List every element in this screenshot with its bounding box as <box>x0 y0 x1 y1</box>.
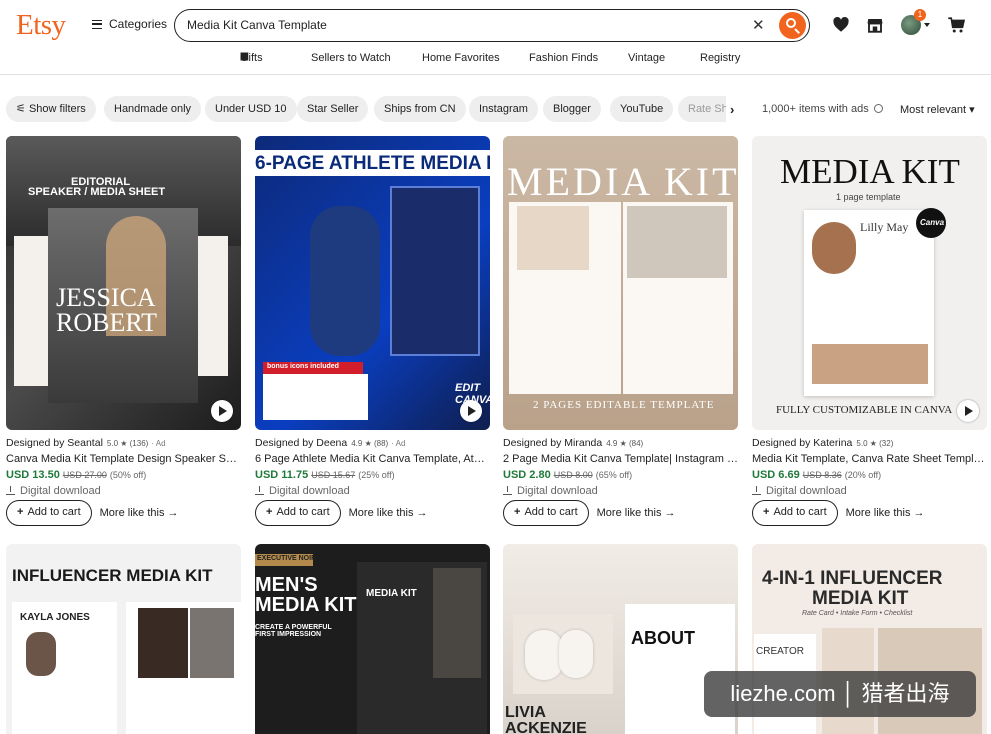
nav-link-home-favorites[interactable]: Home Favorites <box>422 52 500 64</box>
download-icon <box>503 486 512 495</box>
ad-label: · Ad <box>391 439 406 448</box>
search-bar[interactable]: Media Kit Canva Template ✕ <box>174 9 810 42</box>
digital-download-label: Digital download <box>503 485 738 497</box>
etsy-logo[interactable]: Etsy <box>16 9 66 42</box>
chevron-down-icon[interactable] <box>924 23 930 27</box>
listing-title[interactable]: Canva Media Kit Template Design Speaker … <box>6 453 241 465</box>
filter-pill[interactable]: Handmade only <box>104 96 202 122</box>
categories-menu[interactable]: Categories <box>92 17 167 31</box>
nav-links: ⯀ Gifts Sellers to Watch Home Favorites … <box>240 52 741 64</box>
rating: 4.9 ★ (84) <box>606 439 644 448</box>
listing-image[interactable]: INFLUENCER MEDIA KIT KAYLA JONES <box>6 544 241 734</box>
add-to-cart-button[interactable]: + Add to cart <box>752 500 838 526</box>
add-to-cart-button[interactable]: + Add to cart <box>255 500 341 526</box>
digital-download-label: Digital download <box>752 485 987 497</box>
listing-card[interactable]: INFLUENCER MEDIA KIT KAYLA JONES <box>6 544 241 734</box>
show-filters-button[interactable]: ⚟ Show filters <box>6 96 96 122</box>
more-like-this-link[interactable]: More like this → <box>100 507 179 519</box>
notification-badge: 1 <box>914 9 926 21</box>
listing-card[interactable]: MEDIA KIT 2 PAGES EDITABLE TEMPLATE Desi… <box>503 136 738 526</box>
more-like-this-link[interactable]: More like this → <box>846 507 925 519</box>
listing-image[interactable]: MEDIA KIT 1 page template Lilly May Canv… <box>752 136 987 430</box>
listing-card[interactable]: EXECUTIVE NOIR MEN'S MEDIA KIT CREATE A … <box>255 544 490 734</box>
search-button[interactable] <box>779 12 806 39</box>
cart-icon[interactable] <box>947 16 966 34</box>
listing-card[interactable]: MEDIA KIT 1 page template Lilly May Canv… <box>752 136 987 526</box>
seller-line: Designed by Katerina 5.0 ★ (32) <box>752 437 894 449</box>
price: USD 6.69 USD 8.36 (20% off) <box>752 469 882 481</box>
nav-link-vintage[interactable]: Vintage <box>628 52 665 64</box>
seller-line: Designed by Deena 4.9 ★ (88) · Ad <box>255 437 406 449</box>
download-icon <box>6 486 15 495</box>
shop-manager-icon[interactable] <box>866 16 884 34</box>
play-video-icon[interactable] <box>211 400 233 422</box>
filter-pill[interactable]: YouTube <box>610 96 674 122</box>
listing-card[interactable]: EDITORIAL SPEAKER / MEDIA SHEET JESSICA … <box>6 136 241 526</box>
nav-link-registry[interactable]: Registry <box>700 52 740 64</box>
listing-image[interactable]: EXECUTIVE NOIR MEN'S MEDIA KIT CREATE A … <box>255 544 490 734</box>
seller-line: Designed by Miranda 4.9 ★ (84) <box>503 437 644 449</box>
clear-search-icon[interactable]: ✕ <box>752 16 765 34</box>
results-count: 1,000+ items with ads <box>762 103 883 115</box>
hamburger-icon <box>92 19 102 29</box>
listing-image[interactable]: EDITORIAL SPEAKER / MEDIA SHEET JESSICA … <box>6 136 241 430</box>
listing-card[interactable]: 6-PAGE ATHLETE MEDIA KIT bonus icons inc… <box>255 136 490 526</box>
rating: 4.9 ★ (88) <box>351 439 389 448</box>
filter-pill[interactable]: Under USD 10 <box>205 96 297 122</box>
price: USD 2.80 USD 8.00 (65% off) <box>503 469 633 481</box>
nav-link-fashion-finds[interactable]: Fashion Finds <box>529 52 598 64</box>
info-icon[interactable] <box>873 104 883 113</box>
download-icon <box>752 486 761 495</box>
watermark-overlay: liezhe.com │ 猎者出海 <box>704 671 976 717</box>
listing-image[interactable]: MEDIA KIT 2 PAGES EDITABLE TEMPLATE <box>503 136 738 430</box>
listing-title[interactable]: 2 Page Media Kit Canva Template| Instagr… <box>503 453 738 465</box>
play-video-icon[interactable] <box>957 400 979 422</box>
digital-download-label: Digital download <box>255 485 490 497</box>
add-to-cart-button[interactable]: + Add to cart <box>503 500 589 526</box>
more-like-this-link[interactable]: More like this → <box>349 507 428 519</box>
search-input[interactable]: Media Kit Canva Template <box>187 18 327 32</box>
header-divider <box>0 74 991 75</box>
filter-icon: ⚟ <box>16 103 26 115</box>
add-to-cart-button[interactable]: + Add to cart <box>6 500 92 526</box>
sort-dropdown[interactable]: Most relevant ▾ <box>900 103 975 116</box>
price: USD 11.75 USD 15.67 (25% off) <box>255 469 395 481</box>
listing-card[interactable]: ABOUT LIVIA ACKENZIE <box>503 544 738 734</box>
more-like-this-link[interactable]: More like this → <box>597 507 676 519</box>
categories-label: Categories <box>109 17 168 31</box>
filter-pill[interactable]: Star Seller <box>297 96 369 122</box>
filter-bar: ⚟ Show filters Handmade only Under USD 1… <box>0 96 991 122</box>
chevron-right-icon[interactable]: › <box>730 102 734 117</box>
favorites-heart-icon[interactable] <box>832 16 850 34</box>
listing-title[interactable]: 6 Page Athlete Media Kit Canva Template,… <box>255 453 490 465</box>
header: Etsy Categories Media Kit Canva Template… <box>0 0 991 50</box>
digital-download-label: Digital download <box>6 485 241 497</box>
play-video-icon[interactable] <box>460 400 482 422</box>
price: USD 13.50 USD 27.00 (50% off) <box>6 469 147 481</box>
filter-pill[interactable]: Ships from CN <box>374 96 466 122</box>
download-icon <box>255 486 264 495</box>
filter-pill[interactable]: Rate Sh <box>678 96 726 122</box>
listing-image[interactable]: 6-PAGE ATHLETE MEDIA KIT bonus icons inc… <box>255 136 490 430</box>
listing-title[interactable]: Media Kit Template, Canva Rate Sheet Tem… <box>752 453 987 465</box>
search-icon <box>786 18 796 28</box>
listing-image[interactable]: ABOUT LIVIA ACKENZIE <box>503 544 738 734</box>
filter-pill[interactable]: Blogger <box>543 96 601 122</box>
seller-line: Designed by Seantal 5.0 ★ (136) · Ad <box>6 437 166 449</box>
filter-pill[interactable]: Instagram <box>469 96 538 122</box>
nav-link-sellers[interactable]: Sellers to Watch <box>311 52 391 64</box>
rating: 5.0 ★ (136) <box>106 439 149 448</box>
rating: 5.0 ★ (32) <box>856 439 894 448</box>
ad-label: · Ad <box>151 439 166 448</box>
